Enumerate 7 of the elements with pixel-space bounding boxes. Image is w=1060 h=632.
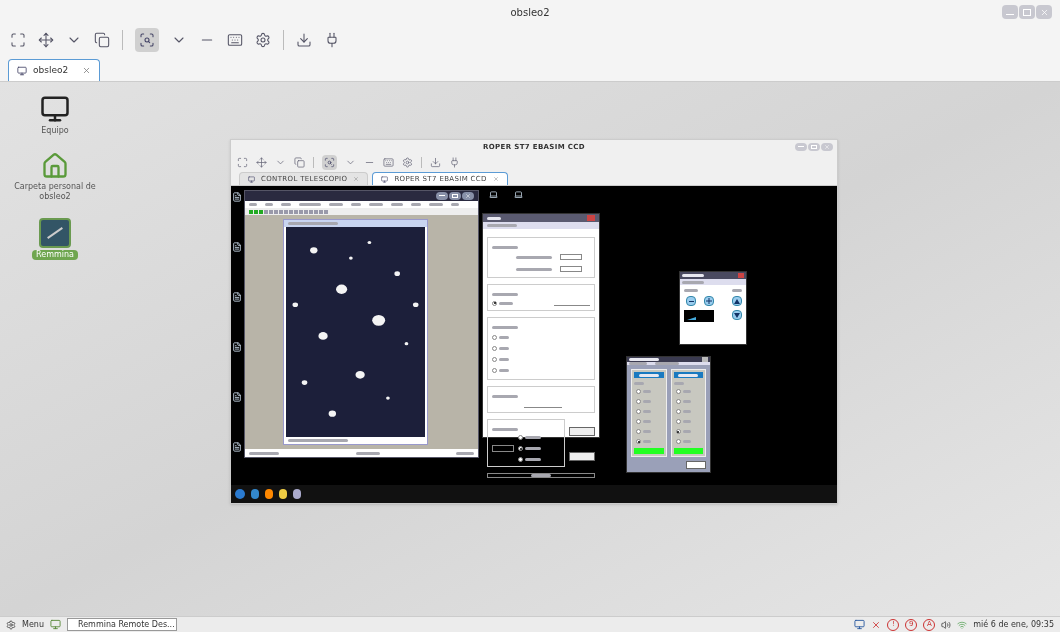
taskbar-button[interactable]: Remmina Remote Des... — [66, 618, 177, 631]
tab[interactable]: obsleo2 — [8, 59, 101, 81]
window-title: obsleo2 — [510, 5, 550, 20]
menu-button-label[interactable]: Menu — [22, 618, 44, 631]
desktop-icon-label[interactable]: Carpeta personal de obsleo2 — [0, 182, 110, 202]
clock: mié 6 de ene, 09:35 — [973, 618, 1054, 631]
desktop-icon-label[interactable]: Equipo — [37, 126, 73, 136]
